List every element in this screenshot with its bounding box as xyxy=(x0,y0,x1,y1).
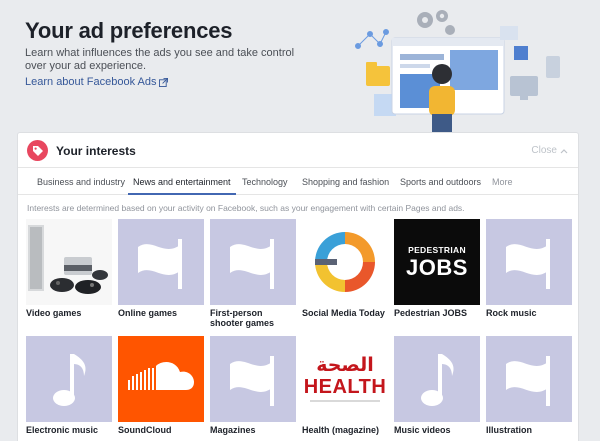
tab-sports-and-outdoors[interactable]: Sports and outdoors xyxy=(400,169,481,195)
tab-technology[interactable]: Technology xyxy=(242,169,288,195)
health-logo-english-text: HEALTH xyxy=(303,376,387,398)
jobs-logo-text: JOBS xyxy=(406,255,468,280)
interest-tile-video-games[interactable]: Video games xyxy=(26,219,112,318)
pedestrian-jobs-logo: PEDESTRIAN JOBS xyxy=(394,219,480,305)
social-media-today-logo xyxy=(302,219,388,305)
interest-tile-health-magazine[interactable]: الصحة HEALTH Health (magazine) xyxy=(302,336,388,435)
interest-label: Electronic music xyxy=(26,425,99,435)
tab-shopping-and-fashion[interactable]: Shopping and fashion xyxy=(302,169,389,195)
tab-news-and-entertainment[interactable]: News and entertainment xyxy=(128,169,236,195)
health-logo-arabic-text: الصحة xyxy=(316,354,374,376)
flag-placeholder-icon xyxy=(118,219,204,305)
ad-preferences-illustration xyxy=(355,10,560,134)
interests-title: Your interests xyxy=(56,144,136,158)
health-magazine-logo: الصحة HEALTH xyxy=(302,336,388,422)
close-button[interactable]: Close xyxy=(531,145,568,156)
interest-label: Social Media Today xyxy=(302,308,385,318)
interests-hint: Interests are determined based on your a… xyxy=(27,203,465,213)
learn-about-ads-link[interactable]: Learn about Facebook Ads xyxy=(25,76,169,88)
interest-tile-music-videos[interactable]: Music videos xyxy=(394,336,480,435)
interest-label: Health (magazine) xyxy=(302,425,380,435)
interests-tag-icon xyxy=(27,140,48,161)
video-games-image xyxy=(26,219,112,305)
close-label: Close xyxy=(531,145,557,156)
interest-label: Pedestrian JOBS xyxy=(394,308,468,318)
soundcloud-logo xyxy=(118,336,204,422)
interests-panel-header: Your interests Close xyxy=(18,133,578,168)
page-description: Learn what influences the ads you see an… xyxy=(25,47,295,72)
interest-category-tabs: Business and industry News and entertain… xyxy=(18,169,578,195)
music-note-placeholder-icon xyxy=(394,336,480,422)
interest-label: Illustration xyxy=(486,425,533,435)
interests-panel: Your interests Close Business and indust… xyxy=(17,132,579,441)
tab-more[interactable]: More xyxy=(492,169,513,195)
tab-business-and-industry[interactable]: Business and industry xyxy=(37,169,125,195)
flag-placeholder-icon xyxy=(486,219,572,305)
interest-tile-illustration[interactable]: Illustration xyxy=(486,336,572,435)
interest-label: Online games xyxy=(118,308,178,318)
health-logo-tagline xyxy=(310,400,380,402)
external-link-icon xyxy=(159,77,169,87)
pedestrian-logo-text: PEDESTRIAN xyxy=(408,245,466,255)
chevron-up-icon xyxy=(560,148,568,153)
interest-label: Magazines xyxy=(210,425,256,435)
interest-tile-pedestrian-jobs[interactable]: PEDESTRIAN JOBS Pedestrian JOBS xyxy=(394,219,480,318)
interest-tile-social-media-today[interactable]: Social Media Today xyxy=(302,219,388,318)
interest-label: Video games xyxy=(26,308,82,318)
page-title: Your ad preferences xyxy=(25,18,233,43)
interest-tile-online-games[interactable]: Online games xyxy=(118,219,204,318)
interest-tile-magazines[interactable]: Magazines xyxy=(210,336,296,435)
interest-tile-rock-music[interactable]: Rock music xyxy=(486,219,572,318)
flag-placeholder-icon xyxy=(486,336,572,422)
interest-label: Music videos xyxy=(394,425,451,435)
interest-label: Rock music xyxy=(486,308,537,318)
interest-label: SoundCloud xyxy=(118,425,172,435)
interest-tile-soundcloud[interactable]: SoundCloud xyxy=(118,336,204,435)
music-note-placeholder-icon xyxy=(26,336,112,422)
interest-tile-first-person-shooter-games[interactable]: First-person shooter games xyxy=(210,219,296,328)
interest-label: First-person shooter games xyxy=(210,308,275,328)
flag-placeholder-icon xyxy=(210,219,296,305)
flag-placeholder-icon xyxy=(210,336,296,422)
interest-tile-electronic-music[interactable]: Electronic music xyxy=(26,336,112,435)
learn-about-ads-label: Learn about Facebook Ads xyxy=(25,76,157,88)
page-hero: Your ad preferences Learn what influence… xyxy=(0,0,600,134)
